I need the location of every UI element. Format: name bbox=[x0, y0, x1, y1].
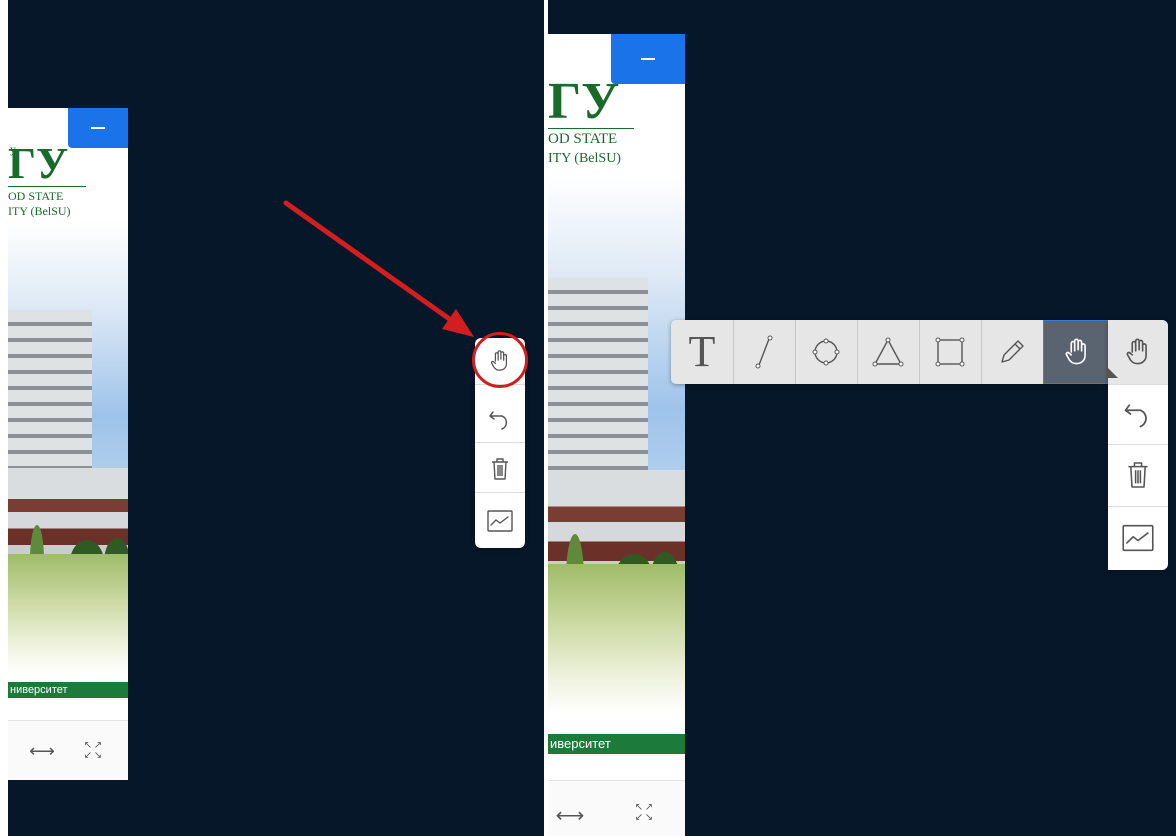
triangle-icon bbox=[872, 337, 904, 367]
logo-subtitle-line2: ITY (BelSU) bbox=[8, 204, 71, 218]
rectangle-tool-button[interactable] bbox=[919, 320, 982, 384]
logo-divider bbox=[8, 186, 86, 187]
chart-button[interactable] bbox=[475, 498, 525, 544]
hand-icon bbox=[1126, 338, 1147, 365]
hand-tool-button-active[interactable] bbox=[1043, 320, 1109, 384]
red-circle-highlight bbox=[472, 332, 528, 388]
pencil-icon bbox=[1001, 340, 1024, 363]
banner-text: ниверситет bbox=[8, 682, 128, 698]
university-logo: ГУ bbox=[8, 139, 69, 188]
chart-button[interactable] bbox=[1108, 506, 1168, 570]
red-arrow-annotation bbox=[283, 200, 474, 337]
delete-button[interactable] bbox=[475, 446, 525, 493]
document-preview[interactable]: у ГУ OD STATE ITY (BelSU) ниверситет ⟷ ↖… bbox=[8, 108, 128, 780]
campus-photo bbox=[8, 220, 128, 674]
right-screenshot-panel: ГУ OD STATE ITY (BelSU) иверситет ⟷ ↖ ↗ ↙ ↘… bbox=[548, 0, 1176, 836]
undo-icon bbox=[489, 411, 508, 430]
chart-line-icon bbox=[1122, 524, 1154, 552]
logo-divider bbox=[548, 128, 634, 129]
university-logo: ГУ bbox=[548, 73, 620, 130]
minimize-icon bbox=[641, 58, 655, 60]
logo-subtitle-line1: OD STATE bbox=[548, 131, 618, 147]
document-footer: ⟷ ↖ ↗ ↙ ↘ bbox=[548, 780, 685, 836]
undo-button[interactable] bbox=[1108, 384, 1168, 445]
delete-button[interactable] bbox=[1108, 444, 1168, 507]
banner-text: иверситет bbox=[548, 734, 685, 754]
minimize-button[interactable] bbox=[68, 108, 128, 148]
line-tool-button[interactable] bbox=[733, 320, 796, 384]
left-screenshot-panel: у ГУ OD STATE ITY (BelSU) ниверситет ⟷ ↖… bbox=[8, 0, 544, 836]
fit-width-icon[interactable]: ⟷ bbox=[554, 803, 586, 827]
undo-icon bbox=[1124, 404, 1147, 428]
minimize-icon bbox=[91, 127, 105, 129]
logo-subtitle-line2: ITY (BelSU) bbox=[548, 151, 621, 166]
fit-width-icon[interactable]: ⟷ bbox=[28, 739, 56, 763]
campus-photo bbox=[548, 174, 685, 714]
document-footer: ⟷ ↖ ↗ ↙ ↘ bbox=[8, 720, 128, 780]
text-icon: T bbox=[688, 327, 716, 376]
logo-subtitle-line1: OD STATE bbox=[8, 189, 64, 203]
fullscreen-icon[interactable]: ↖ ↗ ↙ ↘ bbox=[81, 739, 105, 763]
trash-icon bbox=[492, 458, 508, 480]
fullscreen-icon[interactable]: ↖ ↗ ↙ ↘ bbox=[632, 801, 656, 825]
hand-icon bbox=[1065, 338, 1086, 365]
drawing-toolbar-expanded: T bbox=[671, 320, 1109, 384]
circle-tool-button[interactable] bbox=[795, 320, 858, 384]
drawing-toolbar-column bbox=[1108, 320, 1168, 570]
circle-icon bbox=[812, 338, 840, 366]
line-icon bbox=[755, 335, 773, 369]
chart-line-icon bbox=[487, 510, 513, 532]
triangle-tool-button[interactable] bbox=[857, 320, 920, 384]
rectangle-icon bbox=[935, 337, 965, 367]
trash-icon bbox=[1128, 462, 1148, 488]
undo-button[interactable] bbox=[475, 396, 525, 443]
expand-indicator-icon bbox=[1106, 366, 1118, 378]
pencil-tool-button[interactable] bbox=[981, 320, 1044, 384]
minimize-button[interactable] bbox=[611, 34, 685, 84]
text-tool-button[interactable]: T bbox=[671, 320, 734, 384]
document-preview[interactable]: ГУ OD STATE ITY (BelSU) иверситет ⟷ ↖ ↗ ↙ ↘ bbox=[548, 34, 685, 836]
